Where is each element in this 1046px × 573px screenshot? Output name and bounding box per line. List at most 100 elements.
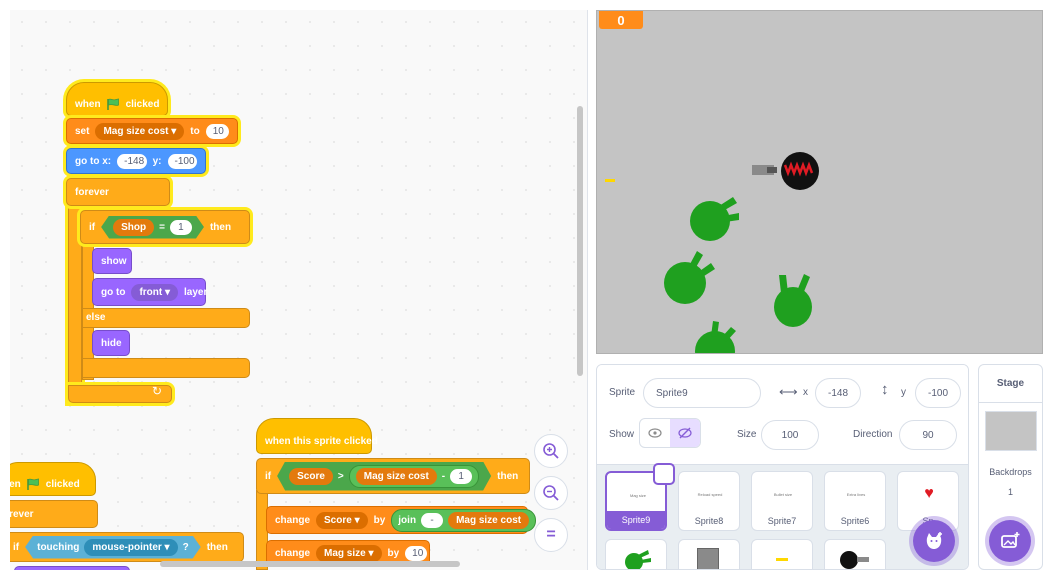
mag-size-cost-variable[interactable]: Mag size cost [356,468,437,485]
zoom-out-button[interactable] [534,476,568,510]
direction-label: Direction [853,429,893,440]
subtract-operator[interactable]: Mag size cost - 1 [349,465,479,488]
hide-block[interactable]: hide [92,330,130,356]
if-else-block[interactable]: if Shop = 1 then [80,210,250,244]
loop-arrow-icon: ↻ [152,384,163,398]
choose-backdrop-button[interactable] [989,520,1031,562]
zoom-in-button[interactable] [534,434,568,468]
sprite-thumb: Bullet size [773,491,793,497]
equals-value-input[interactable]: 1 [170,220,192,235]
sprite-name-input[interactable]: Sprite9 [643,378,761,408]
forever-block-2[interactable]: orever [10,500,98,528]
mag-size-dropdown[interactable]: Mag size ▾ [316,544,382,562]
goto-x-label: go to x: [75,155,112,167]
score-dropdown[interactable]: Score ▾ [316,511,368,529]
show-label: show [101,255,127,267]
join-input-a[interactable]: - [421,512,444,528]
layer-dropdown[interactable]: front ▾ [131,283,179,301]
code-area[interactable]: ↻ when clicked set Mag size cost ▾ to 10… [10,10,588,570]
box-thumb-icon [697,548,719,569]
clicked-label-3: clicked [45,478,80,490]
heart-icon: ♥ [924,485,934,502]
join-label: join [398,514,417,526]
when-sprite-clicked-label: when this sprite clicked [265,435,378,447]
touching-sensing-block[interactable]: touching mouse-pointer ▾ ? [25,536,201,559]
x-input[interactable]: -148 [117,153,147,169]
forever-block[interactable]: forever [66,178,170,206]
size-input[interactable]: 100 [761,420,819,450]
hide-label: hide [101,337,122,349]
change-score-block[interactable]: change Score ▾ by join - Mag size cost [266,506,537,534]
y-position-input[interactable]: -100 [915,378,961,408]
sprite-thumb: Mag size [629,492,646,498]
join-mag-size-cost-variable[interactable]: Mag size cost [448,511,530,529]
change-value-input[interactable]: 10 [405,545,428,561]
zoom-reset-button[interactable]: = [534,518,568,552]
show-visible-button[interactable] [640,419,670,447]
scratch-editor: ↻ when clicked set Mag size cost ▾ to 10… [0,0,1046,573]
enemy-sprites [664,197,812,353]
choose-sprite-button[interactable] [913,520,955,562]
if-label-2: if [265,470,272,482]
backdrops-count: 1 [1007,487,1013,497]
eye-slash-icon [678,427,692,439]
subtract-value-input[interactable]: 1 [450,469,472,484]
sprite-tile-box[interactable] [678,539,740,569]
if-label-3: if [13,541,20,553]
when-flag-clicked-block[interactable]: when clicked [66,82,168,116]
set-value-input[interactable]: 10 [205,123,229,139]
eye-icon [648,428,662,438]
equals-sign: = [159,221,165,233]
direction-input[interactable]: 90 [899,420,957,450]
when-label-3: hen [10,478,21,490]
set-label: set [75,125,90,137]
x-position-input[interactable]: -148 [815,378,861,408]
join-operator[interactable]: join - Mag size cost [391,508,537,532]
sprite-tile-name: Sprite7 [767,516,797,526]
sprite-tile-sprite8[interactable]: Reload speed Sprite8 [678,471,740,531]
equals-operator[interactable]: Shop = 1 [101,216,204,239]
size-label: Size [737,429,757,440]
goto-label: go to [101,286,126,298]
if-bottom [82,358,250,378]
sprite-tile-enemy[interactable] [605,539,667,569]
sprite-delete-button[interactable] [653,463,675,485]
sprite-tile-name: Sprite6 [840,516,870,526]
show-hidden-button[interactable] [670,419,700,447]
code-horizontal-scrollbar[interactable] [160,561,460,567]
clicked-label: clicked [125,98,160,110]
score-variable[interactable]: Score [289,468,333,485]
show-label: Show [609,429,635,440]
y-arrows-icon: ↕ [881,381,889,398]
if-block-2[interactable]: if Score > Mag size cost - 1 then [256,458,530,494]
stage-canvas[interactable]: 0 [596,10,1043,354]
sprite-tile-player[interactable] [824,539,886,569]
sprite-thumb: Extra lives [846,491,866,497]
touching-target-dropdown[interactable]: mouse-pointer ▾ [84,539,177,556]
sprite-list: Mag size Sprite9 Reload speed Sprite8 Bu… [597,463,968,569]
touching-label: touching [37,541,80,553]
y-label: y [901,387,906,398]
show-block[interactable]: show [92,248,132,274]
y-input[interactable]: -100 [167,153,197,169]
bullet-thumb-icon [776,558,788,561]
sprite-tile-sprite7[interactable]: Bullet size Sprite7 [751,471,813,531]
bullet-sprite [605,179,615,182]
greater-than-operator[interactable]: Score > Mag size cost - 1 [277,462,491,491]
change-label: change [275,514,311,526]
if-block-3[interactable]: if touching mouse-pointer ▾ ? then [10,532,244,562]
else-bar[interactable] [82,308,250,328]
goto-xy-block[interactable]: go to x: -148 y: -100 [66,148,206,174]
hidden-looks-block[interactable] [14,566,130,570]
when-flag-clicked-block-2[interactable]: hen clicked [10,462,96,496]
goto-layer-block[interactable]: go to front ▾ layer [92,278,207,306]
set-variable-block[interactable]: set Mag size cost ▾ to 10 [66,118,238,144]
player-thumb-icon [840,551,869,569]
shop-variable[interactable]: Shop [113,219,154,236]
code-vertical-scrollbar[interactable] [577,106,583,376]
sprite-tile-bullet[interactable] [751,539,813,569]
when-sprite-clicked-block[interactable]: when this sprite clicked [256,418,378,454]
sprite-tile-sprite6[interactable]: Extra lives Sprite6 [824,471,886,531]
variable-dropdown[interactable]: Mag size cost ▾ [95,122,185,140]
stage-thumbnail[interactable] [985,411,1037,451]
